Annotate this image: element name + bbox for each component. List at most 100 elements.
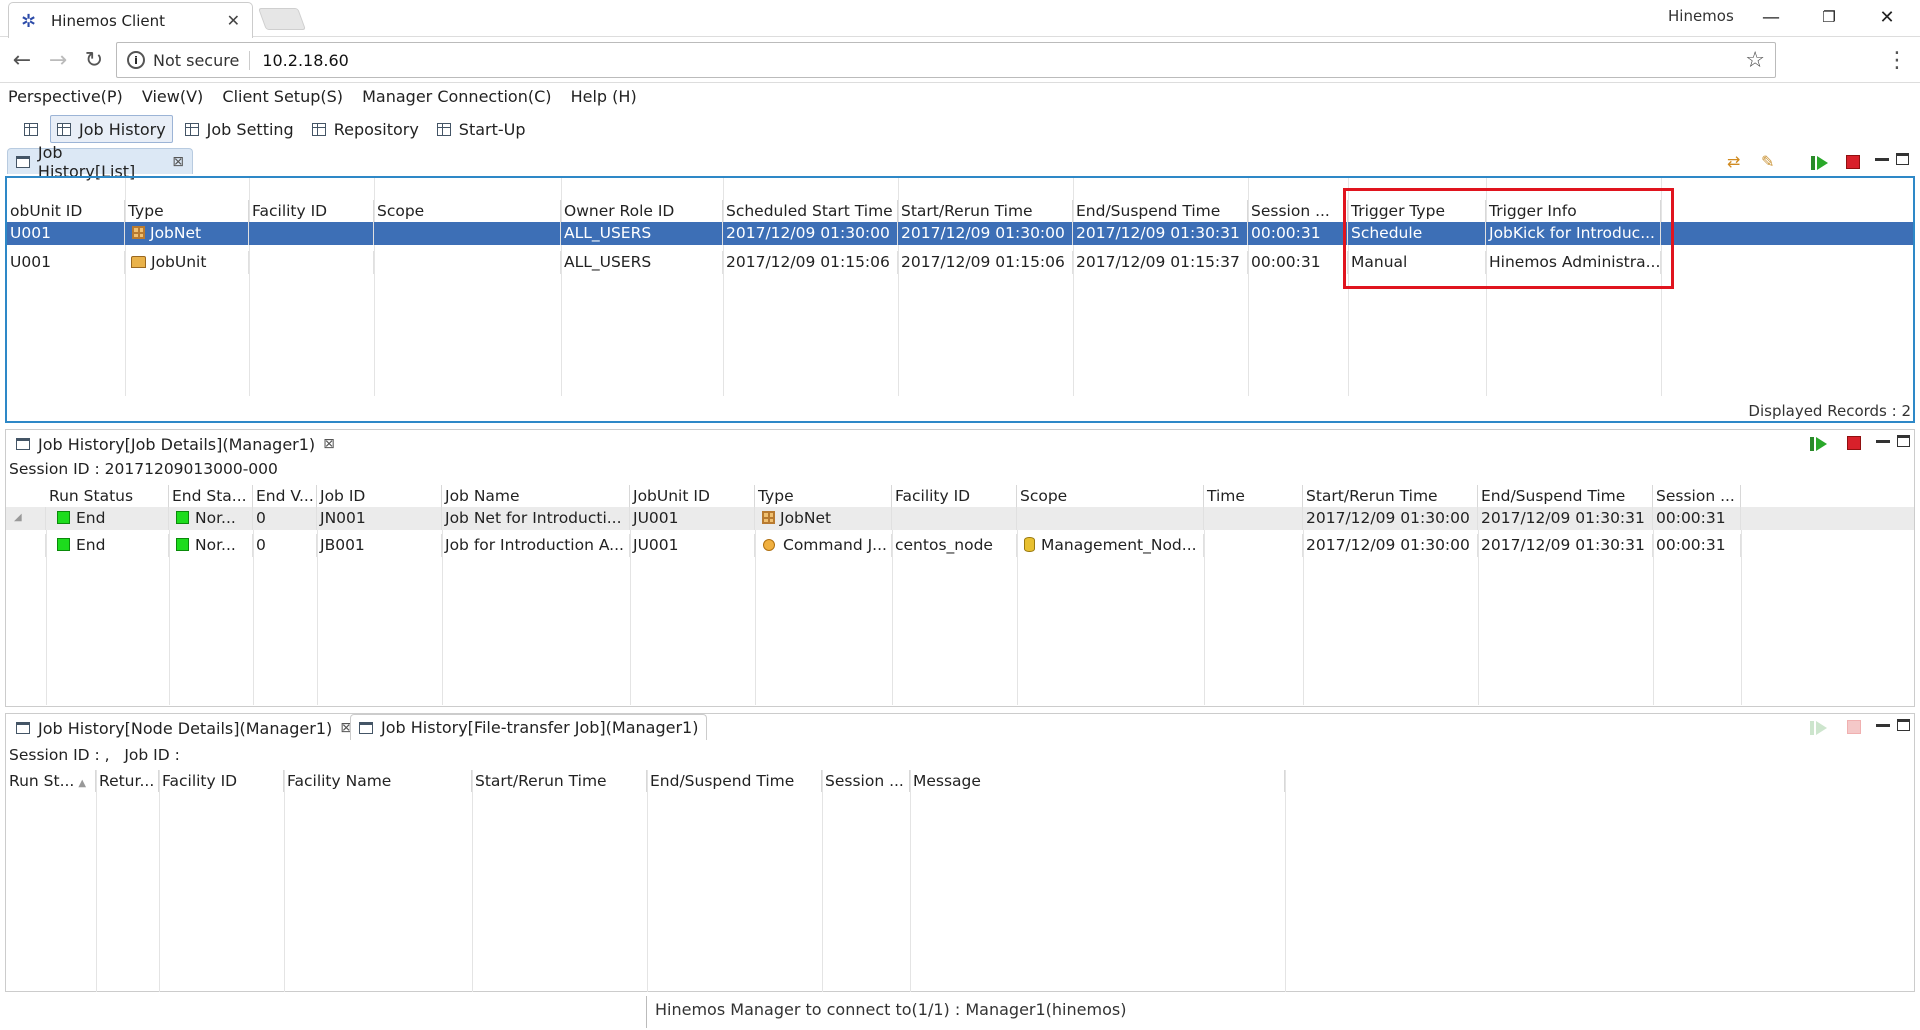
column-header[interactable]: Start/Rerun Time [898,200,1073,222]
filter-icon[interactable]: ✎ [1761,152,1774,171]
run-status-label: End [76,509,106,527]
column-header[interactable]: End/Suspend Time [1073,200,1248,222]
column-header[interactable]: Start/Rerun Time [1303,485,1478,507]
cell-session: 00:00:31 [1248,222,1348,245]
column-header[interactable]: Type [755,485,892,507]
column-header[interactable]: Type [125,200,249,222]
table-row[interactable]: ◢ End Nor... 0 JN001 Job Net for Introdu… [6,507,1914,530]
new-tab-button[interactable] [257,8,307,30]
table-icon [436,122,451,136]
refresh-icon[interactable]: ⇄ [1727,152,1740,171]
minimize-window-button[interactable]: — [1742,0,1800,34]
security-label[interactable]: Not secure [153,50,251,70]
maximize-view-icon[interactable] [1896,153,1909,165]
node-table: Run St... ▲ Retur... Facility ID Facility… [6,770,1914,992]
stop-icon[interactable] [1847,720,1861,734]
column-header[interactable]: Job ID [317,485,442,507]
column-header[interactable]: Facility ID [249,200,374,222]
tab-node-details[interactable]: Job History[Node Details](Manager1) ⊠ [8,715,360,741]
close-tab-icon[interactable]: ⊠ [323,436,335,452]
status-normal-icon [176,538,189,551]
back-button[interactable]: ← [6,44,38,76]
column-header[interactable]: Session ... [1653,485,1741,507]
menu-view[interactable]: View(V) [136,84,211,110]
column-header[interactable]: End Sta... [169,485,253,507]
bookmark-star-icon[interactable]: ☆ [1745,48,1765,73]
restore-window-button[interactable]: ❐ [1800,0,1858,34]
type-label: JobUnit [151,253,207,271]
menu-perspective[interactable]: Perspective(P) [0,84,131,110]
perspective-repository[interactable]: Repository [306,115,425,143]
table-row[interactable]: U001 JobUnit ALL_USERS 2017/12/09 01:15:… [7,251,1913,274]
perspective-start-up[interactable]: Start-Up [431,115,532,143]
column-header[interactable]: End/Suspend Time [647,770,822,792]
column-header[interactable]: Facility ID [159,770,284,792]
close-tab-icon[interactable]: ✕ [227,11,240,30]
browser-menu-icon[interactable]: ⋮ [1886,48,1908,73]
column-header[interactable]: JobUnit ID [630,485,755,507]
column-header[interactable]: Message [910,770,1285,792]
column-header[interactable]: Scheduled Start Time [723,200,898,222]
column-header[interactable]: Job Name [442,485,630,507]
column-header[interactable]: Facility Name [284,770,472,792]
minimize-view-icon[interactable] [1875,158,1889,161]
tree-indent [6,534,46,557]
cell-run-status: End [46,534,169,557]
table-row[interactable]: End Nor... 0 JB001 Job for Introduction … [6,534,1914,557]
close-window-button[interactable]: ✕ [1858,0,1916,34]
close-tab-icon[interactable]: ⊠ [172,154,184,170]
menu-manager-connection[interactable]: Manager Connection(C) [356,84,559,110]
collapse-arrow-icon[interactable]: ◢ [6,507,46,530]
column-header[interactable]: Scope [1017,485,1204,507]
perspective-job-history[interactable]: Job History [50,115,173,143]
cell-facility-id [249,222,374,245]
table-row[interactable]: U001 JobNet ALL_USERS 2017/12/09 01:30:0… [7,222,1913,245]
run-icon[interactable] [1810,436,1828,452]
cell-start-time: 2017/12/09 01:30:00 [1303,534,1478,557]
column-header[interactable]: Run St... ▲ [6,770,96,792]
browser-tab[interactable]: ✲ Hinemos Client ✕ [8,2,253,38]
stop-icon[interactable] [1847,436,1861,450]
tab-job-details[interactable]: Job History[Job Details](Manager1) ⊠ [8,431,343,457]
column-header[interactable]: Start/Rerun Time [472,770,647,792]
omnibox[interactable]: i Not secure 10.2.18.60 ☆ [116,42,1776,78]
minimize-view-icon[interactable] [1876,440,1890,443]
column-header[interactable]: Owner Role ID [561,200,723,222]
menu-help[interactable]: Help (H) [565,84,645,110]
minimize-view-icon[interactable] [1876,724,1890,727]
jobnet-icon [132,226,145,239]
perspective-job-setting[interactable]: Job Setting [179,115,300,143]
menu-bar: Perspective(P) View(V) Client Setup(S) M… [0,84,1920,110]
column-header[interactable]: Session ... [1248,200,1348,222]
column-header[interactable]: Session ... [822,770,910,792]
reload-button[interactable]: ↻ [78,44,110,76]
forward-button[interactable]: → [42,44,74,76]
stop-icon[interactable] [1846,155,1860,169]
tab-job-history-list[interactable]: Job History[List] ⊠ [7,143,193,181]
maximize-view-icon[interactable] [1897,435,1910,447]
tab-file-transfer-job[interactable]: Job History[File-transfer Job](Manager1) [350,714,708,740]
run-icon[interactable] [1810,720,1828,736]
browser-tab-strip: ✲ Hinemos Client ✕ Hinemos — ❐ ✕ [0,0,1920,38]
menu-client-setup[interactable]: Client Setup(S) [216,84,351,110]
column-header[interactable]: Scope [374,200,561,222]
column-header[interactable]: End V... [253,485,317,507]
column-header[interactable]: Time [1204,485,1303,507]
run-icon[interactable] [1811,155,1829,171]
run-status-label: End [76,536,106,554]
open-perspective-button[interactable] [18,115,44,143]
column-header[interactable]: Trigger Type [1348,200,1486,222]
column-header[interactable]: End/Suspend Time [1478,485,1653,507]
cell-trigger-type: Manual [1348,251,1486,274]
column-header[interactable]: Retur... [96,770,159,792]
url-text[interactable]: 10.2.18.60 [262,51,1745,70]
column-header[interactable]: Run Status [46,485,169,507]
maximize-view-icon[interactable] [1897,719,1910,731]
cell-time [1204,534,1303,557]
column-header[interactable]: Trigger Info [1486,200,1661,222]
info-icon[interactable]: i [127,51,145,69]
column-header[interactable]: Facility ID [892,485,1017,507]
column-header[interactable]: obUnit ID [7,200,125,222]
profile-name[interactable]: Hinemos [1668,7,1734,25]
command-job-icon [763,539,775,551]
